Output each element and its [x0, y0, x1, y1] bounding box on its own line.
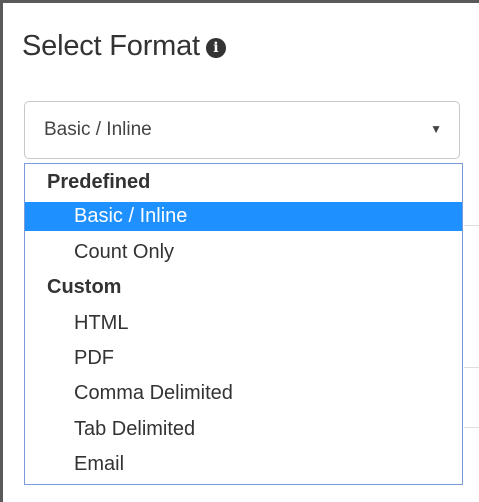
option-email[interactable]: Email: [25, 450, 462, 479]
option-pdf[interactable]: PDF: [25, 344, 462, 373]
optgroup-custom: Custom: [47, 276, 122, 298]
window-left-border: [0, 0, 3, 502]
option-html[interactable]: HTML: [25, 309, 462, 338]
format-select[interactable]: Basic / Inline ▼: [24, 101, 460, 159]
background-divider: [464, 367, 479, 368]
background-divider: [464, 427, 479, 428]
option-comma-delimited[interactable]: Comma Delimited: [25, 379, 462, 408]
info-icon[interactable]: i: [205, 38, 226, 58]
option-count-only[interactable]: Count Only: [25, 238, 462, 267]
option-tab-delimited[interactable]: Tab Delimited: [25, 415, 462, 444]
triangle-down-icon: ▼: [430, 122, 442, 136]
page-title: Select Format i: [22, 28, 226, 64]
window-top-border: [0, 0, 479, 3]
page-title-text: Select Format: [22, 29, 200, 62]
format-dropdown-list[interactable]: Predefined Basic / Inline Count Only Cus…: [24, 163, 463, 485]
background-divider: [464, 225, 479, 226]
option-basic-inline[interactable]: Basic / Inline: [25, 202, 462, 231]
optgroup-predefined: Predefined: [47, 171, 151, 193]
format-select-value: Basic / Inline: [44, 119, 152, 140]
